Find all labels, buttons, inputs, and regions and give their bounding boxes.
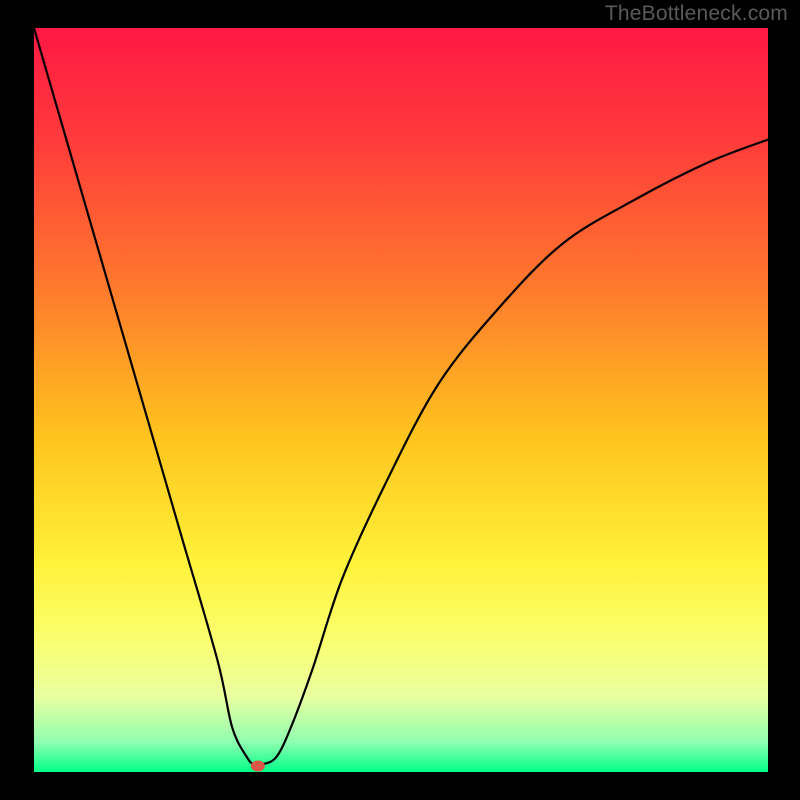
plot-background	[34, 28, 768, 772]
optimal-point-marker	[251, 761, 265, 772]
chart-container: TheBottleneck.com	[0, 0, 800, 800]
watermark-text: TheBottleneck.com	[605, 2, 788, 26]
bottleneck-chart	[0, 0, 800, 800]
